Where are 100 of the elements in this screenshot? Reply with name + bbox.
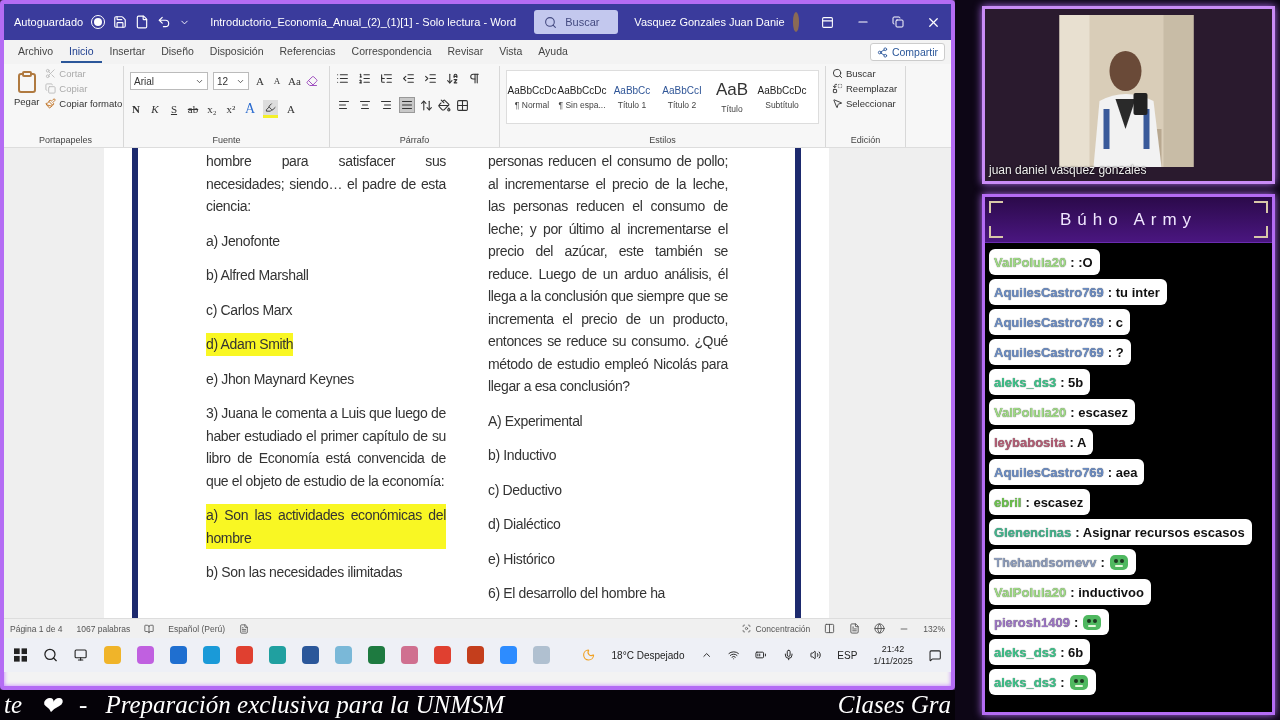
chat-username: ValPolula20 (994, 254, 1067, 270)
style-item[interactable]: AaBbCcDc Subtítulo (757, 71, 807, 123)
decrease-indent-icon[interactable] (402, 72, 415, 85)
menu-tab[interactable]: Revisar (439, 41, 492, 63)
editing-button[interactable]: Reemplazar (832, 83, 898, 94)
line-spacing-icon[interactable] (420, 98, 433, 112)
chat-username: AquilesCastro769 (994, 464, 1104, 480)
emote-icon (1068, 672, 1089, 692)
highlighter-icon[interactable] (263, 100, 278, 118)
search-field[interactable]: Buscar (534, 10, 619, 34)
volume-icon[interactable] (809, 649, 822, 661)
app-icon[interactable] (401, 646, 419, 664)
emote-icon (1108, 552, 1129, 572)
microphone-icon[interactable] (782, 649, 794, 661)
align-icon (338, 99, 350, 111)
undo-icon[interactable] (157, 15, 172, 29)
app-icon[interactable] (500, 646, 518, 664)
restore-icon[interactable] (892, 16, 904, 28)
clear-format-icon[interactable] (305, 75, 318, 87)
input-language[interactable]: ESP (837, 649, 858, 661)
style-item[interactable]: AaBbCcDc ¶ Normal (507, 71, 557, 123)
group-label: Párrafo (398, 135, 431, 147)
grow-font-button[interactable]: A (254, 75, 266, 87)
clock[interactable]: 21:42 1/11/2025 (873, 643, 913, 667)
menu-tab[interactable]: Archivo (10, 41, 61, 63)
menu-tab[interactable]: Referencias (271, 41, 344, 63)
paste-button[interactable]: Pegar (14, 66, 40, 135)
format-button[interactable]: x² (225, 103, 237, 115)
focus-button[interactable]: Concentración (755, 623, 811, 634)
menu-tab[interactable]: Ayuda (530, 41, 576, 63)
ribbon-display-icon[interactable] (821, 15, 834, 29)
app-icon[interactable] (434, 646, 452, 664)
font-color-button[interactable]: A (285, 103, 297, 115)
windows-logo-icon[interactable] (14, 648, 28, 662)
answer-option: d) Dialéctico (488, 513, 561, 536)
proofing-icon[interactable] (144, 623, 155, 634)
word-count: 1067 palabras (76, 623, 131, 634)
editing-button[interactable]: Buscar (832, 68, 898, 79)
replace-icon (832, 83, 843, 94)
style-item[interactable]: AaB Título (707, 71, 757, 123)
chat-username: aleks_ds3 (994, 374, 1057, 390)
web-layout-icon[interactable] (874, 623, 886, 634)
app-icon[interactable] (368, 646, 386, 664)
borders-icon[interactable] (456, 98, 469, 112)
sort-icon[interactable] (446, 72, 459, 85)
share-button[interactable]: Compartir (869, 43, 945, 61)
align-icon (401, 99, 413, 111)
format-button[interactable]: x₂ (206, 103, 218, 115)
wifi-icon[interactable] (727, 649, 740, 661)
clipboard-button[interactable]: Copiar formato (45, 98, 123, 109)
menu-tab[interactable]: Insertar (101, 41, 154, 63)
editing-button[interactable]: Seleccionar (832, 98, 898, 109)
app-icon[interactable] (467, 646, 485, 664)
style-item[interactable]: AaBbCc Título 1 (607, 71, 657, 123)
notifications-icon[interactable] (928, 648, 941, 662)
shading-icon[interactable] (438, 98, 451, 112)
menu-tab[interactable]: Correspondencia (343, 41, 440, 63)
pilcrow-icon[interactable] (468, 72, 481, 85)
chat-username: ebril (994, 494, 1022, 510)
format-button[interactable]: N (130, 103, 142, 115)
scissors-icon (45, 68, 57, 79)
weather-text: 18°C Despejado (611, 649, 685, 661)
change-case-button[interactable]: Aa (288, 75, 301, 87)
accessibility-icon[interactable] (239, 623, 250, 634)
task-view-icon[interactable] (74, 648, 88, 662)
battery-icon[interactable] (755, 649, 767, 661)
app-icon[interactable] (268, 646, 286, 664)
font-field[interactable]: Arial (130, 72, 208, 90)
shrink-font-button[interactable]: A (271, 76, 283, 86)
save-icon[interactable] (113, 15, 128, 29)
answer-option: b) Son las necesidades ilimitadas (206, 561, 403, 584)
print-layout-icon[interactable] (849, 623, 861, 634)
format-button[interactable]: K (149, 103, 161, 115)
multilevel-list-icon[interactable] (380, 72, 393, 85)
read-mode-icon[interactable] (824, 623, 836, 634)
user-name: Vasquez Gonzales Juan Danie (634, 16, 785, 28)
app-icon[interactable] (301, 646, 319, 664)
app-icon[interactable] (202, 646, 220, 664)
font-size-field[interactable]: 12 (213, 72, 249, 90)
app-icon[interactable] (235, 646, 253, 664)
menu-tab[interactable]: Vista (491, 41, 531, 63)
align-button[interactable] (399, 97, 415, 113)
search-icon[interactable] (43, 647, 59, 663)
bullets-icon[interactable] (336, 72, 349, 85)
heart-symbol: ❤ (40, 690, 62, 720)
increase-indent-icon[interactable] (424, 72, 437, 85)
app-icon[interactable] (169, 646, 187, 664)
focus-icon[interactable] (742, 624, 752, 633)
format-button[interactable]: S (168, 103, 180, 115)
numbering-icon[interactable] (358, 72, 371, 85)
language-label: Español (Perú) (168, 623, 226, 634)
file-icon[interactable] (135, 15, 150, 29)
app-icon[interactable] (136, 646, 154, 664)
menu-tab[interactable]: Disposición (201, 41, 272, 63)
menu-tab[interactable]: Diseño (153, 41, 202, 63)
format-button[interactable]: ab (187, 103, 199, 115)
question-text: hombre para satisfacer sus necesidades; siendo… el padre de esta ciencia: (206, 152, 446, 216)
style-item[interactable]: AaBbCcI Título 2 (657, 71, 707, 123)
text-effect-button[interactable]: A (244, 101, 256, 117)
style-item[interactable]: AaBbCcDc ¶ Sin espa... (557, 71, 607, 123)
